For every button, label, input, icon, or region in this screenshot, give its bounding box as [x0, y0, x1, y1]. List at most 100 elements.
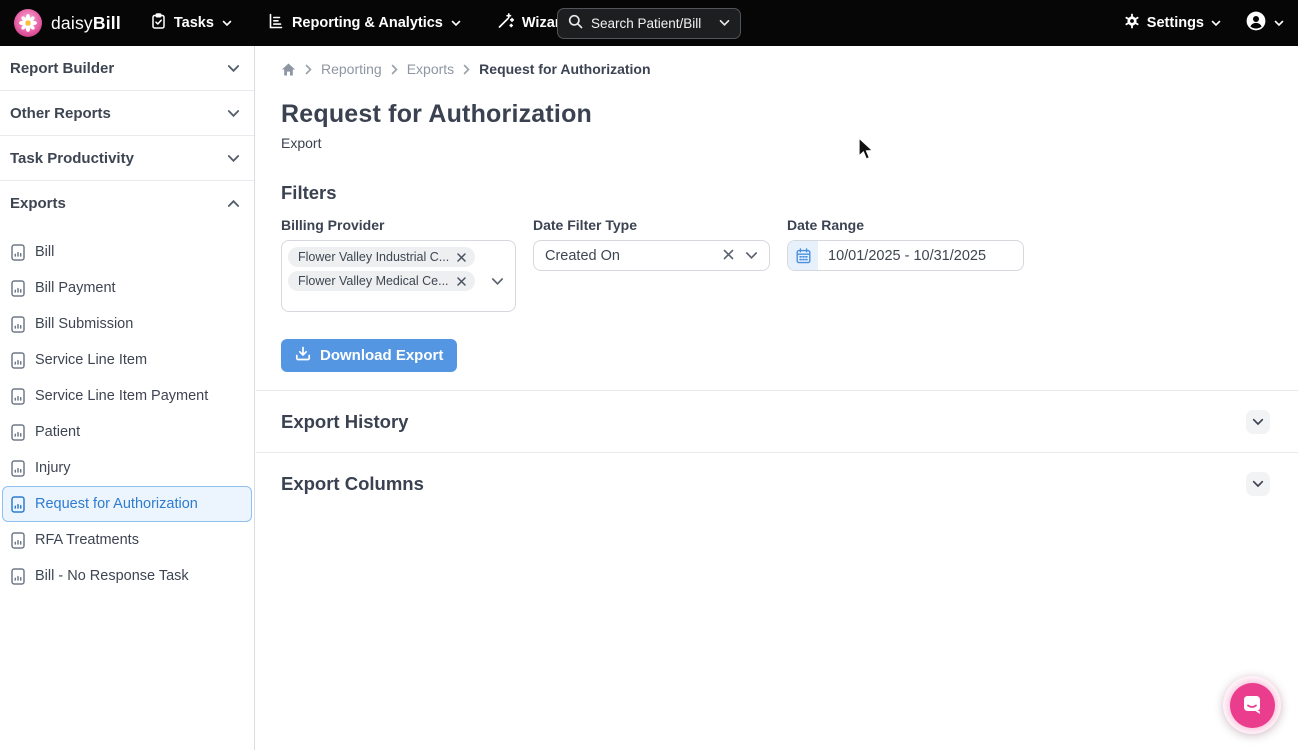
billing-provider-chip: Flower Valley Medical Ce...	[288, 271, 475, 291]
billing-provider-label: Billing Provider	[281, 217, 516, 233]
doc-chart-icon	[11, 424, 25, 441]
doc-chart-icon	[11, 568, 25, 585]
page-title: Request for Authorization	[281, 100, 1298, 129]
clipboard-icon	[151, 13, 166, 33]
sidebar-item-bill[interactable]: Bill	[2, 234, 252, 270]
sidebar-item-label: Bill Payment	[35, 280, 116, 296]
sidebar-section-report-builder[interactable]: Report Builder	[0, 46, 254, 91]
section-label: Exports	[10, 195, 66, 212]
chevron-down-icon	[227, 154, 240, 163]
chart-icon	[268, 13, 284, 33]
sidebar-item-request-for-authorization[interactable]: Request for Authorization	[2, 486, 252, 522]
gear-icon	[1124, 13, 1140, 33]
calendar-icon	[788, 241, 818, 270]
download-icon	[295, 346, 311, 365]
chevron-right-icon	[463, 64, 470, 75]
sidebar-item-label: Service Line Item Payment	[35, 388, 208, 404]
date-range-value: 10/01/2025 - 10/31/2025	[818, 248, 986, 264]
doc-chart-icon	[11, 316, 25, 333]
sidebar-item-label: Patient	[35, 424, 80, 440]
chevron-right-icon	[305, 64, 312, 75]
chip-label: Flower Valley Industrial C...	[298, 250, 449, 264]
sidebar-item-label: Bill Submission	[35, 316, 133, 332]
nav-menu-tasks[interactable]: Tasks	[151, 13, 232, 33]
sidebar-item-bill-no-response-task[interactable]: Bill - No Response Task	[2, 558, 252, 594]
sidebar-item-label: Injury	[35, 460, 70, 476]
brand-name: daisyBill	[51, 13, 121, 34]
sidebar-item-bill-payment[interactable]: Bill Payment	[2, 270, 252, 306]
chevron-right-icon	[391, 64, 398, 75]
nav-menu-label: Tasks	[174, 15, 214, 31]
top-navigation-bar: daisyBill Tasks Reporting & Analytics	[0, 0, 1298, 46]
chevron-down-icon	[222, 20, 232, 27]
chevron-down-icon[interactable]	[745, 247, 758, 265]
sidebar-item-patient[interactable]: Patient	[2, 414, 252, 450]
sidebar-item-label: Bill - No Response Task	[35, 568, 189, 584]
date-range-input[interactable]: 10/01/2025 - 10/31/2025	[787, 240, 1024, 271]
chevron-down-icon	[1211, 20, 1221, 27]
sidebar-item-service-line-item-payment[interactable]: Service Line Item Payment	[2, 378, 252, 414]
doc-chart-icon	[11, 388, 25, 405]
page-subtitle: Export	[281, 135, 1298, 151]
close-icon[interactable]	[457, 277, 466, 286]
breadcrumb-link-reporting[interactable]: Reporting	[321, 61, 382, 77]
chevron-down-icon	[719, 19, 730, 27]
date-range-label: Date Range	[787, 217, 1024, 233]
sidebar-section-other-reports[interactable]: Other Reports	[0, 91, 254, 136]
breadcrumb-current: Request for Authorization	[479, 61, 650, 77]
sidebar-item-injury[interactable]: Injury	[2, 450, 252, 486]
chevron-down-icon	[451, 20, 461, 27]
download-export-label: Download Export	[320, 347, 443, 364]
chevron-down-icon	[227, 64, 240, 73]
sidebar-section-exports[interactable]: Exports	[0, 181, 254, 226]
sidebar-item-service-line-item[interactable]: Service Line Item	[2, 342, 252, 378]
section-label: Report Builder	[10, 60, 114, 77]
wand-icon	[497, 13, 514, 33]
breadcrumb-link-exports[interactable]: Exports	[407, 61, 454, 77]
date-filter-type-value: Created On	[545, 248, 723, 264]
chevron-down-icon	[1252, 480, 1264, 488]
export-history-section: Export History	[256, 390, 1298, 452]
sidebar-item-label: Service Line Item	[35, 352, 147, 368]
chevron-down-icon	[1274, 20, 1284, 27]
doc-chart-icon	[11, 532, 25, 549]
chevron-down-icon	[1252, 418, 1264, 426]
sidebar-item-rfa-treatments[interactable]: RFA Treatments	[2, 522, 252, 558]
close-icon[interactable]	[457, 253, 466, 262]
doc-chart-icon	[11, 280, 25, 297]
sidebar-item-bill-submission[interactable]: Bill Submission	[2, 306, 252, 342]
main-content: Reporting Exports Request for Authorizat…	[256, 46, 1298, 750]
search-icon	[568, 14, 583, 32]
exports-list: Bill Bill Payment Bill Submission Servic…	[0, 226, 254, 594]
chevron-up-icon	[227, 199, 240, 208]
user-icon	[1245, 10, 1267, 36]
clear-icon[interactable]	[723, 247, 734, 265]
export-columns-section: Export Columns	[256, 452, 1298, 514]
search-patient-bill[interactable]: Search Patient/Bill	[557, 8, 741, 39]
section-label: Task Productivity	[10, 150, 134, 167]
doc-chart-icon	[11, 352, 25, 369]
doc-chart-icon	[11, 244, 25, 261]
export-history-toggle[interactable]	[1246, 410, 1270, 434]
date-filter-type-label: Date Filter Type	[533, 217, 770, 233]
daisybill-logo[interactable]: daisyBill	[14, 9, 121, 37]
nav-account[interactable]	[1245, 10, 1284, 36]
billing-provider-multiselect[interactable]: Flower Valley Industrial C... Flower Val…	[281, 240, 516, 312]
chevron-down-icon[interactable]	[491, 273, 504, 291]
chat-launcher[interactable]	[1223, 676, 1281, 734]
chip-label: Flower Valley Medical Ce...	[298, 274, 449, 288]
home-icon[interactable]	[281, 62, 296, 77]
nav-menu-label: Reporting & Analytics	[292, 15, 443, 31]
sidebar-section-task-productivity[interactable]: Task Productivity	[0, 136, 254, 181]
export-columns-toggle[interactable]	[1246, 472, 1270, 496]
daisy-logo-icon	[14, 9, 42, 37]
settings-label: Settings	[1147, 15, 1204, 31]
section-label: Other Reports	[10, 105, 111, 122]
download-export-button[interactable]: Download Export	[281, 339, 457, 372]
nav-menu-reporting-analytics[interactable]: Reporting & Analytics	[268, 13, 461, 33]
breadcrumb: Reporting Exports Request for Authorizat…	[256, 46, 1298, 77]
date-filter-type-select[interactable]: Created On	[533, 240, 770, 271]
nav-settings[interactable]: Settings	[1124, 13, 1221, 33]
export-columns-title: Export Columns	[281, 473, 424, 495]
sidebar-item-label: Bill	[35, 244, 54, 260]
